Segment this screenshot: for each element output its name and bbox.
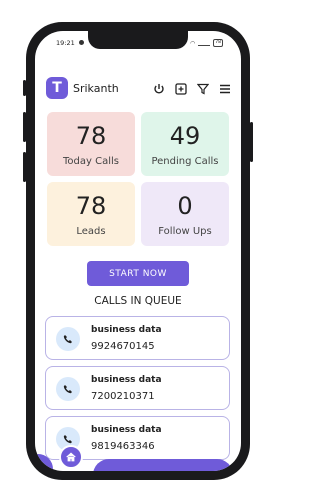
queue-item-name: business data (91, 425, 162, 435)
card-value: 49 (169, 122, 201, 150)
status-time: 19:21 (56, 39, 75, 47)
queue-title: CALLS IN QUEUE (94, 295, 182, 307)
card-label: Today Calls (63, 156, 119, 167)
queue-item-phone: 9819463346 (91, 441, 155, 452)
queue-item-phone: 9924670145 (91, 341, 155, 352)
card-pending-calls[interactable]: 49 Pending Calls (141, 112, 229, 176)
card-follow-ups[interactable]: 0 Follow Ups (141, 182, 229, 246)
app-header: T Srikanth (35, 77, 241, 101)
card-today-calls[interactable]: 78 Today Calls (47, 112, 135, 176)
phone-icon[interactable] (56, 327, 80, 351)
bottom-nav-bar[interactable] (93, 459, 233, 471)
side-button (23, 112, 26, 142)
add-icon[interactable] (174, 82, 187, 95)
queue-item-name: business data (91, 375, 162, 385)
power-icon[interactable] (152, 82, 165, 95)
status-bar: 19:21 ◠ 78 (35, 31, 241, 55)
side-button (23, 80, 26, 96)
home-icon[interactable] (59, 445, 83, 469)
wifi-icon: ◠ (190, 39, 196, 47)
menu-icon[interactable] (218, 82, 231, 95)
phone-icon[interactable] (56, 377, 80, 401)
card-value: 0 (177, 192, 193, 220)
queue-item[interactable]: business data 9924670145 (45, 316, 230, 360)
card-value: 78 (75, 122, 107, 150)
battery-icon: 78 (213, 39, 223, 47)
side-button (250, 122, 253, 162)
start-now-button[interactable]: START NOW (87, 261, 189, 286)
card-leads[interactable]: 78 Leads (47, 182, 135, 246)
queue-item-phone: 7200210371 (91, 391, 155, 402)
settings-dot-icon (79, 40, 84, 45)
phone-screen: 19:21 ◠ 78 T Srikanth 78 Today Calls 49 … (35, 31, 241, 471)
card-value: 78 (75, 192, 107, 220)
phone-frame: 19:21 ◠ 78 T Srikanth 78 Today Calls 49 … (23, 22, 253, 480)
card-label: Follow Ups (158, 226, 212, 237)
status-icons: ◠ 78 (190, 39, 223, 47)
user-name: Srikanth (73, 82, 119, 95)
app-logo: T (46, 77, 68, 99)
queue-item-name: business data (91, 325, 162, 335)
side-button (23, 152, 26, 182)
queue-item[interactable]: business data 7200210371 (45, 366, 230, 410)
signal-icon (198, 40, 211, 46)
filter-icon[interactable] (196, 82, 209, 95)
card-label: Pending Calls (151, 156, 219, 167)
card-label: Leads (76, 226, 106, 237)
